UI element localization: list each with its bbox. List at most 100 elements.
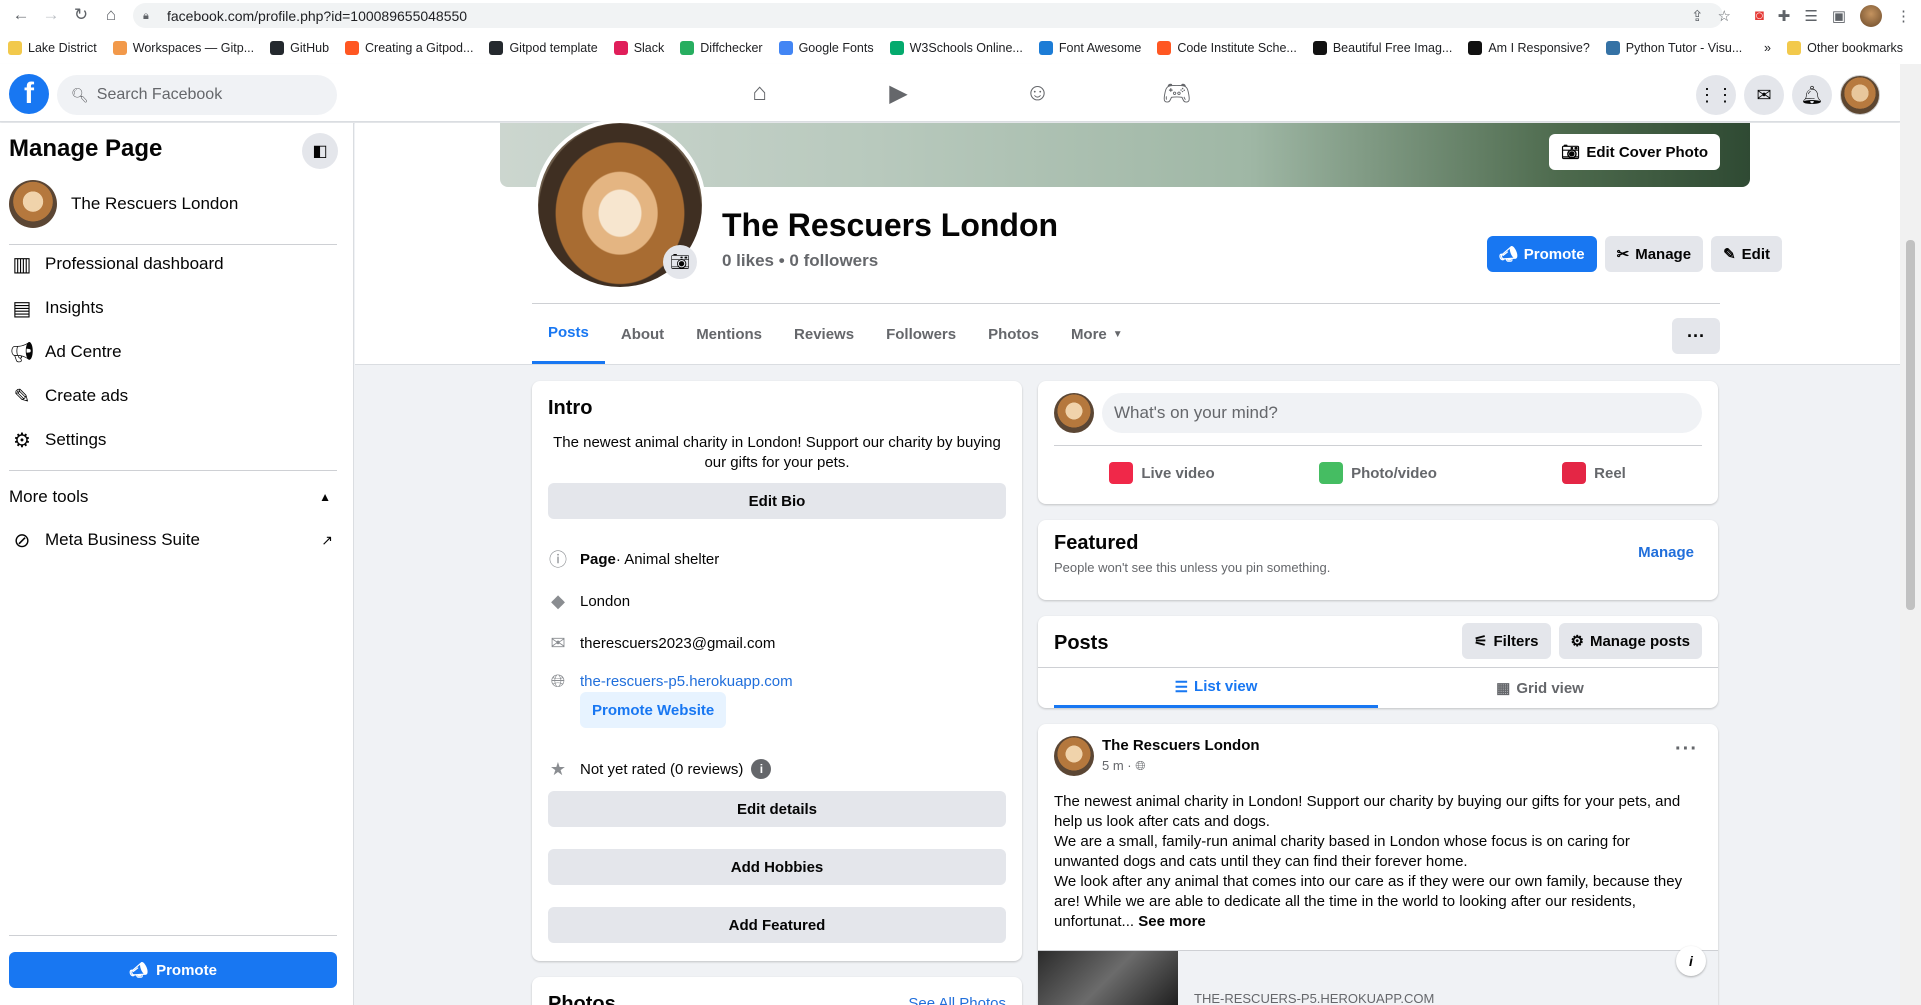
address-bar[interactable]: 🔒︎ facebook.com/profile.php?id=100089655…	[133, 3, 1723, 28]
bookmark-item[interactable]: GitHub	[270, 41, 329, 55]
bookmark-item[interactable]: Slack	[613, 41, 664, 55]
manage-button[interactable]: ✂ Manage	[1604, 236, 1704, 272]
bookmark-item[interactable]: Am I Responsive?	[1468, 41, 1590, 55]
edit-bio-button[interactable]: Edit Bio	[548, 483, 1006, 519]
account-avatar[interactable]	[1840, 75, 1880, 115]
gaming-nav-icon[interactable]: 🎮︎	[1107, 64, 1246, 122]
watch-nav-icon[interactable]: ▶	[829, 64, 968, 122]
tab-reviews[interactable]: Reviews	[778, 304, 870, 364]
reading-list-icon[interactable]: ☰	[1804, 7, 1817, 25]
sidebar-item-meta-business-suite[interactable]: ⊘ Meta Business Suite ↗	[9, 527, 337, 553]
tab-more[interactable]: More ▼	[1055, 304, 1139, 364]
reel-button[interactable]: Reel	[1486, 453, 1702, 493]
lock-icon: 🔒︎	[143, 9, 149, 22]
sidebar-item-create-ads[interactable]: ✎ Create ads	[9, 383, 129, 409]
bookmarks-overflow-icon[interactable]: »	[1764, 41, 1771, 55]
edit-details-button[interactable]: Edit details	[548, 791, 1006, 827]
search-input[interactable]: 🔍︎ Search Facebook	[57, 75, 337, 115]
tab-photos[interactable]: Photos	[972, 304, 1055, 364]
sidebar-item-ad-centre[interactable]: 📢︎ Ad Centre	[9, 339, 121, 365]
grid-view-tab[interactable]: ▦ Grid view	[1378, 668, 1702, 708]
bookmark-item[interactable]: Beautiful Free Imag...	[1312, 41, 1452, 55]
bookmark-item[interactable]: Gitpod template	[489, 41, 598, 55]
home-icon[interactable]: ⌂	[96, 0, 126, 30]
live-video-button[interactable]: Live video	[1054, 453, 1270, 493]
bookmark-item[interactable]: Workspaces — Gitp...	[112, 41, 254, 55]
promote-button[interactable]: 📣︎ Promote	[1486, 236, 1597, 272]
post-timestamp[interactable]: 5 m · 🌐︎	[1102, 758, 1146, 774]
manage-posts-button[interactable]: ⚙ Manage posts	[1558, 623, 1702, 659]
messenger-icon[interactable]: ✉	[1744, 75, 1784, 115]
browser-menu-icon[interactable]: ⋮	[1896, 7, 1911, 25]
scrollbar[interactable]	[1900, 64, 1921, 1005]
bookmark-item[interactable]: Diffchecker	[680, 41, 763, 55]
sidebar-item-professional-dashboard[interactable]: ▥ Professional dashboard	[9, 251, 224, 277]
see-more-link[interactable]: See more	[1138, 913, 1206, 930]
posts-actions: ⚟ Filters ⚙ Manage posts	[1462, 623, 1702, 659]
list-view-tab[interactable]: ☰ List view	[1054, 668, 1378, 708]
info-icon[interactable]: i	[751, 759, 772, 779]
main-nav: ⌂ ▶ ☺ 🎮︎	[690, 64, 1246, 122]
post-author[interactable]: The Rescuers London	[1102, 737, 1260, 754]
add-featured-button[interactable]: Add Featured	[548, 907, 1006, 943]
sidebar-page-link[interactable]: The Rescuers London	[9, 180, 238, 228]
add-hobbies-button[interactable]: Add Hobbies	[548, 849, 1006, 885]
post-paragraph: The newest animal charity in London! Sup…	[1054, 793, 1681, 830]
website-link[interactable]: the-rescuers-p5.herokuapp.com	[580, 673, 793, 690]
other-bookmarks[interactable]: Other bookmarks	[1787, 36, 1903, 60]
menu-grid-icon[interactable]: ⋮⋮	[1696, 75, 1736, 115]
photo-video-button[interactable]: Photo/video	[1270, 453, 1486, 493]
photos-card: Photos See All Photos	[532, 977, 1022, 1005]
camera-icon[interactable]: 📷︎	[663, 245, 697, 279]
profile-tabs: Posts About Mentions Reviews Followers Photos…	[532, 304, 1139, 364]
groups-nav-icon[interactable]: ☺	[968, 64, 1107, 122]
link-preview[interactable]: THE-RESCUERS-P5.HEROKUAPP.COM i	[1038, 946, 1718, 1005]
bookmark-favicon-icon	[270, 41, 285, 55]
featured-manage-link[interactable]: Manage	[1638, 544, 1694, 561]
bookmark-item[interactable]: Lake District	[8, 41, 97, 55]
bookmark-item[interactable]: Creating a Gitpod...	[345, 41, 473, 55]
sidebar-item-insights[interactable]: ▤ Insights	[9, 295, 104, 321]
bookmark-favicon-icon	[489, 41, 504, 55]
profile-avatar[interactable]	[1860, 4, 1882, 27]
home-nav-icon[interactable]: ⌂	[690, 64, 829, 122]
post-options-icon[interactable]: ···	[1675, 738, 1698, 761]
info-icon[interactable]: i	[1676, 946, 1706, 976]
facebook-header: f 🔍︎ Search Facebook ⌂ ▶ ☺ 🎮︎ ⋮⋮ ✉ 🔔︎	[0, 64, 1900, 122]
tab-posts[interactable]: Posts	[532, 304, 605, 364]
intro-bio: The newest animal charity in London! Sup…	[553, 434, 1001, 471]
reload-icon[interactable]: ↻	[66, 0, 96, 30]
whats-on-your-mind-input[interactable]: What's on your mind?	[1102, 393, 1702, 433]
rating-row: ★ Not yet rated (0 reviews) i	[548, 759, 772, 779]
bookmark-item[interactable]: Code Institute Sche...	[1157, 41, 1297, 55]
sidebar-title: Manage Page	[9, 135, 163, 162]
sidebar-promote-button[interactable]: 📣︎ Promote	[9, 952, 337, 988]
tab-mentions[interactable]: Mentions	[680, 304, 778, 364]
promote-website-button[interactable]: Promote Website	[580, 692, 727, 728]
more-tools-toggle[interactable]: More tools ▲	[9, 487, 337, 507]
tab-followers[interactable]: Followers	[870, 304, 972, 364]
bookmark-item[interactable]: Google Fonts	[778, 41, 874, 55]
back-icon[interactable]: ←	[6, 0, 36, 30]
filters-button[interactable]: ⚟ Filters	[1462, 623, 1551, 659]
bookmark-item[interactable]: Python Tutor - Visu...	[1605, 41, 1742, 55]
edit-button[interactable]: ✎ Edit	[1711, 236, 1782, 272]
sidebar-item-settings[interactable]: ⚙ Settings	[9, 427, 106, 453]
tab-about[interactable]: About	[605, 304, 680, 364]
bookmark-star-icon[interactable]: ☆	[1718, 7, 1731, 25]
edit-cover-photo-button[interactable]: 📷︎ Edit Cover Photo	[1549, 134, 1720, 170]
collapse-sidebar-icon[interactable]: ◧	[302, 133, 338, 169]
notifications-icon[interactable]: 🔔︎	[1792, 75, 1832, 115]
puzzle-icon[interactable]: ✚	[1778, 7, 1791, 25]
forward-icon[interactable]: →	[36, 0, 66, 30]
bookmark-item[interactable]: Font Awesome	[1038, 41, 1141, 55]
more-options-button[interactable]: ···	[1672, 318, 1720, 354]
facebook-logo[interactable]: f	[9, 74, 49, 114]
see-all-photos-link[interactable]: See All Photos	[908, 995, 1006, 1005]
bookmark-item[interactable]: W3Schools Online...	[889, 41, 1023, 55]
scrollbar-thumb[interactable]	[1906, 240, 1915, 610]
extension-icon[interactable]: ◙	[1755, 7, 1764, 24]
posts-header-card: Posts ⚟ Filters ⚙ Manage posts ☰ List vi…	[1038, 616, 1718, 708]
sidepanel-icon[interactable]: ▣	[1832, 7, 1846, 25]
share-icon[interactable]: ⇪	[1691, 7, 1704, 25]
